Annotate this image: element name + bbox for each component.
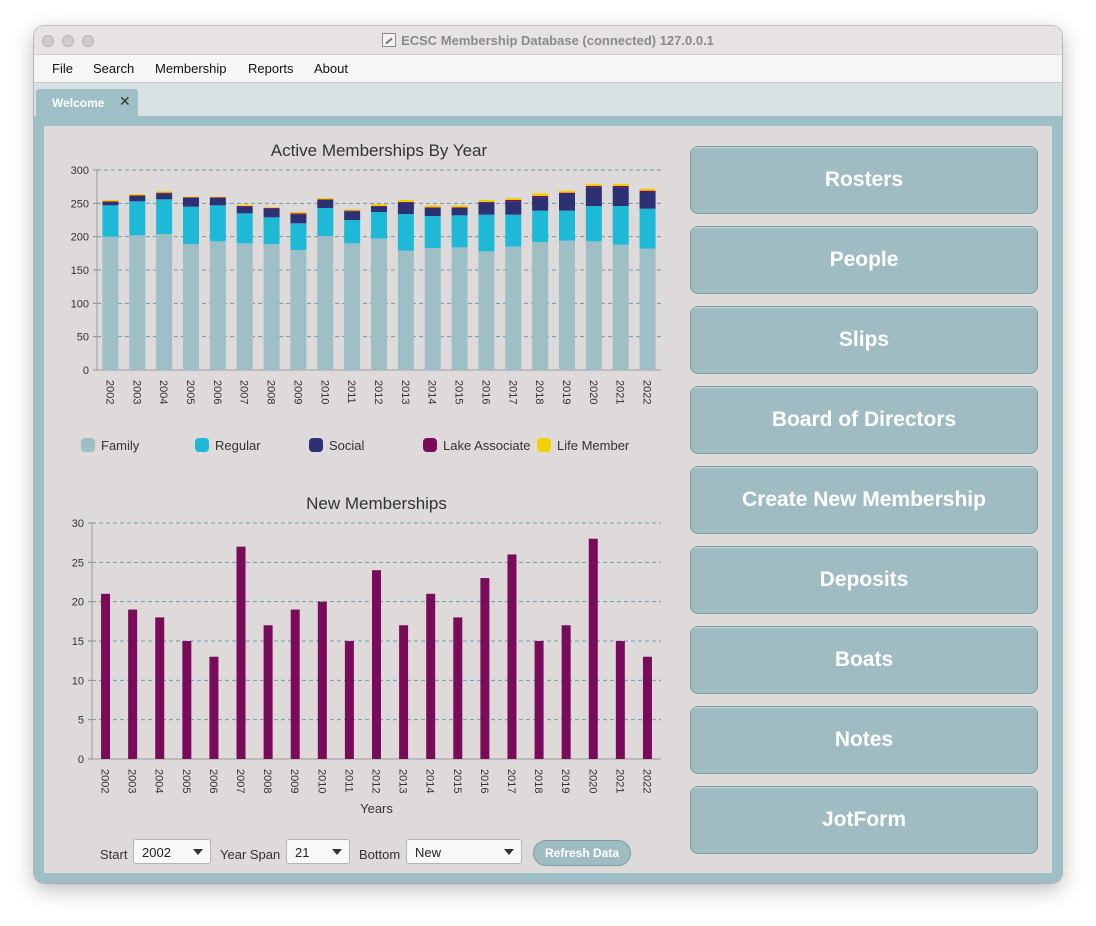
window-title-group: ECSC Membership Database (connected) 127… [34, 26, 1062, 54]
menu-membership[interactable]: Membership [155, 61, 227, 76]
deposits-button[interactable]: Deposits [690, 546, 1038, 614]
bar [317, 601, 327, 759]
x-tick-label: 2015 [451, 769, 463, 793]
create-new-membership-button[interactable]: Create New Membership [690, 466, 1038, 534]
bar [480, 578, 490, 759]
tab-welcome-label: Welcome [52, 96, 105, 110]
new-memberships-chart: New Memberships 0 5 10 15 20 25 30 2002 2003 2004 2… [72, 494, 661, 816]
x-tick-label: 2005 [180, 769, 192, 793]
x-tick-label: 2016 [478, 769, 490, 793]
bar [101, 593, 111, 759]
x-tick-label: 2019 [559, 769, 571, 793]
bottom-select[interactable]: New [406, 839, 522, 864]
x-tick-label: 2007 [234, 769, 246, 793]
slips-button[interactable]: Slips [690, 306, 1038, 374]
bar [128, 609, 138, 759]
chevron-down-icon [332, 849, 342, 855]
bar [399, 625, 409, 759]
x-tick-label: 2003 [126, 769, 138, 793]
app-logo-icon [382, 33, 397, 47]
x-tick-label: 2014 [424, 769, 436, 793]
x-axis-title: Years [360, 801, 393, 816]
bar [290, 609, 300, 759]
x-tick-label: 2018 [532, 769, 544, 793]
bar [453, 617, 463, 759]
tab-welcome[interactable]: Welcome ✕ [36, 89, 138, 116]
bottom-value: New [415, 845, 442, 860]
chevron-down-icon [504, 849, 514, 855]
people-button[interactable]: People [690, 226, 1038, 294]
bar [344, 641, 354, 759]
y-tick-label: 0 [78, 754, 84, 766]
x-tick-label: 2020 [586, 769, 598, 793]
rosters-button[interactable]: Rosters [690, 146, 1038, 214]
y-tick-label: 30 [72, 518, 84, 530]
title-bar: ECSC Membership Database (connected) 127… [34, 26, 1062, 55]
tab-bar: Welcome ✕ [34, 83, 1062, 116]
y-tick-label: 25 [72, 557, 84, 569]
bar [155, 617, 165, 759]
menu-about[interactable]: About [314, 61, 348, 76]
app-window: ECSC Membership Database (connected) 127… [34, 26, 1062, 883]
chart-title: New Memberships [306, 494, 447, 513]
bar [534, 641, 544, 759]
y-tick-label: 20 [72, 597, 84, 609]
x-tick-label: 2010 [315, 769, 327, 793]
x-tick-label: 2004 [153, 769, 165, 793]
x-tick-label: 2009 [288, 769, 300, 793]
x-tick-label: 2021 [613, 769, 625, 793]
x-tick-label: 2002 [99, 769, 111, 793]
notes-button[interactable]: Notes [690, 706, 1038, 774]
y-tick-label: 5 [78, 715, 84, 727]
jotform-button[interactable]: JotForm [690, 786, 1038, 854]
start-label: Start [100, 847, 128, 862]
tab-close-icon[interactable]: ✕ [119, 93, 131, 110]
x-tick-label: 2008 [261, 769, 273, 793]
bar [209, 656, 219, 759]
bar [615, 641, 625, 759]
boats-button[interactable]: Boats [690, 626, 1038, 694]
menu-file[interactable]: File [52, 61, 73, 76]
bar [372, 570, 381, 759]
menu-bar: File Search Membership Reports About [34, 55, 1062, 83]
bar [426, 593, 436, 759]
board-of-directors-button[interactable]: Board of Directors [690, 386, 1038, 454]
y-tick-label: 10 [72, 675, 84, 687]
bar [263, 625, 273, 759]
x-tick-label: 2017 [505, 769, 517, 793]
y-tick-label: 15 [72, 636, 84, 648]
refresh-data-button[interactable]: Refresh Data [533, 840, 631, 866]
chevron-down-icon [193, 849, 203, 855]
x-tick-label: 2013 [397, 769, 409, 793]
x-tick-label: 2022 [640, 769, 652, 793]
window-title: ECSC Membership Database (connected) 127… [401, 32, 714, 48]
bottom-label: Bottom [359, 847, 401, 862]
x-tick-label: 2011 [342, 769, 354, 793]
menu-search[interactable]: Search [93, 61, 134, 76]
bar [588, 538, 598, 759]
bar [507, 554, 517, 759]
x-tick-label: 2012 [370, 769, 382, 793]
year-span-value: 21 [295, 845, 310, 860]
x-tick-label: 2006 [207, 769, 219, 793]
year-span-label: Year Span [220, 847, 281, 862]
bar [236, 546, 246, 759]
year-span-select[interactable]: 21 [286, 839, 350, 864]
menu-reports[interactable]: Reports [248, 61, 294, 76]
start-year-select[interactable]: 2002 [133, 839, 211, 864]
bar [561, 625, 571, 759]
bar [182, 641, 192, 759]
start-year-value: 2002 [142, 845, 171, 860]
bar [642, 656, 652, 759]
welcome-panel: Active Memberships By Year 0 50 100 150 200 25… [44, 126, 1052, 873]
